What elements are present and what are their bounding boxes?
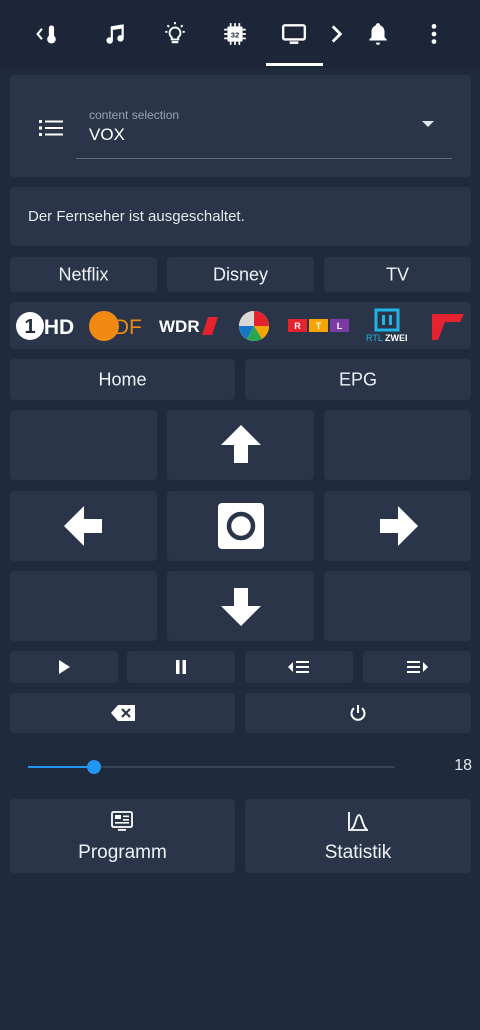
pro7-logo-icon (432, 314, 464, 340)
forward-button[interactable] (363, 651, 471, 683)
active-tab-indicator (266, 63, 323, 66)
television-icon (281, 24, 307, 44)
music-note-icon (106, 24, 124, 44)
channel-sat1[interactable] (238, 308, 270, 344)
svg-text:1: 1 (24, 316, 35, 338)
disney-label: Disney (212, 264, 269, 284)
backspace-icon (110, 705, 135, 721)
channel-rtl[interactable]: R T L (288, 308, 350, 344)
more-vertical-icon (431, 24, 437, 44)
dpad-empty-top-right (324, 410, 471, 480)
volume-slider-track[interactable] (28, 760, 395, 774)
zdf-logo-icon: 2DF (89, 311, 142, 341)
svg-text:WDR: WDR (159, 317, 200, 336)
power-button[interactable] (245, 693, 471, 733)
epg-button[interactable]: EPG (245, 359, 471, 400)
chip-icon: 32 (224, 23, 246, 45)
arrow-left-icon (63, 506, 102, 546)
tab-chip[interactable]: 32 (213, 12, 257, 56)
dpad-empty-bottom-right (324, 571, 471, 641)
svg-text:R: R (294, 321, 301, 331)
tv-label: TV (385, 264, 409, 284)
lightbulb-icon (165, 22, 185, 44)
chevron-right-icon (331, 25, 343, 43)
fast-forward-icon (407, 661, 428, 673)
status-card: Der Fernseher ist ausgeschaltet. (10, 187, 471, 246)
rewind-button[interactable] (245, 651, 353, 683)
back-button[interactable] (10, 693, 235, 733)
rewind-icon (288, 661, 309, 673)
play-icon (59, 660, 70, 674)
tv-button[interactable]: TV (324, 257, 471, 292)
dpad-right-button[interactable] (324, 491, 471, 561)
arrow-down-icon (220, 588, 261, 626)
overflow-menu-button[interactable] (412, 12, 456, 56)
top-tab-bar: 32 (0, 0, 480, 68)
content-selection-card: content selection VOX (10, 75, 471, 177)
svg-text:ZWEI: ZWEI (385, 333, 408, 343)
svg-text:RTL: RTL (366, 333, 383, 343)
dpad-up-button[interactable] (167, 410, 314, 480)
tv-guide-icon (111, 811, 133, 831)
home-button[interactable]: Home (10, 359, 235, 400)
volume-value: 18 (454, 757, 472, 774)
svg-text:T: T (316, 321, 322, 331)
tab-music[interactable] (92, 12, 136, 56)
list-icon (39, 120, 63, 136)
dpad-empty-top-left (10, 410, 157, 480)
pause-icon (176, 660, 186, 674)
svg-text:32: 32 (231, 30, 239, 39)
statistik-button[interactable]: Statistik (245, 799, 471, 873)
channel-wdr[interactable]: WDR (159, 308, 221, 344)
volume-slider-thumb[interactable] (87, 760, 102, 774)
notifications-button[interactable] (356, 12, 400, 56)
status-text: Der Fernseher ist ausgeschaltet. (28, 208, 245, 225)
disney-button[interactable]: Disney (167, 257, 314, 292)
tab-television[interactable] (272, 12, 316, 56)
arrow-right-icon (379, 506, 418, 546)
home-label: Home (98, 369, 147, 389)
channel-das-erste-hd[interactable]: 1 HD (15, 308, 77, 344)
chevron-left-thermometer-icon (36, 25, 56, 44)
das-erste-logo-icon: 1 HD (16, 312, 74, 340)
channel-zdf[interactable]: 2DF (89, 308, 145, 344)
programm-button[interactable]: Programm (10, 799, 235, 873)
chart-bell-curve-icon (348, 812, 368, 831)
svg-text:HD: HD (44, 316, 74, 339)
dropdown-arrow-icon (422, 121, 434, 127)
content-selection-dropdown[interactable]: content selection VOX (76, 91, 452, 159)
dpad-ok-button[interactable] (167, 491, 314, 561)
netflix-label: Netflix (58, 264, 109, 284)
select-label: content selection (89, 108, 180, 122)
pause-button[interactable] (127, 651, 235, 683)
netflix-button[interactable]: Netflix (10, 257, 157, 292)
power-icon (350, 705, 366, 721)
channel-rtlzwei[interactable]: RTL ZWEI (364, 308, 414, 344)
tabs-scroll-right[interactable] (318, 12, 354, 56)
dpad-left-button[interactable] (10, 491, 157, 561)
rtl-logo-icon: R T L (288, 319, 349, 332)
epg-label: EPG (338, 369, 377, 389)
tab-light[interactable] (153, 12, 197, 56)
tab-thermometer[interactable] (24, 12, 72, 56)
rtlzwei-logo-icon: RTL ZWEI (366, 308, 408, 343)
programm-label: Programm (78, 842, 167, 863)
dpad-empty-bottom-left (10, 571, 157, 641)
bell-icon (369, 23, 387, 45)
wdr-logo-icon: WDR (159, 317, 218, 336)
statistik-label: Statistik (324, 842, 392, 863)
select-value: VOX (89, 125, 125, 144)
svg-text:L: L (337, 321, 343, 331)
ok-circle-icon (217, 503, 264, 549)
dpad-down-button[interactable] (167, 571, 314, 641)
channel-pro7[interactable] (432, 308, 464, 344)
svg-text:2DF: 2DF (102, 316, 142, 339)
volume-slider-fill (28, 766, 95, 768)
sat1-logo-icon (239, 311, 270, 342)
play-button[interactable] (10, 651, 118, 683)
arrow-up-icon (220, 425, 261, 463)
